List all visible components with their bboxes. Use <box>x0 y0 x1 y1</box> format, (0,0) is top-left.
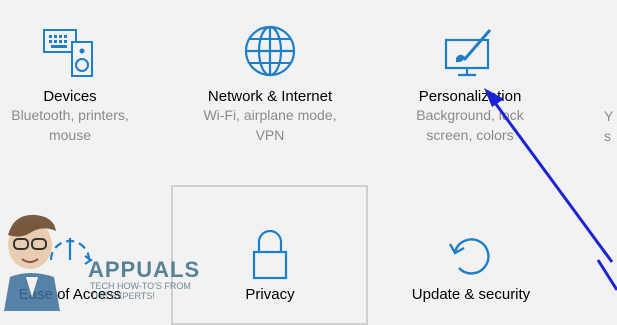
annotation-arrow <box>484 88 617 291</box>
